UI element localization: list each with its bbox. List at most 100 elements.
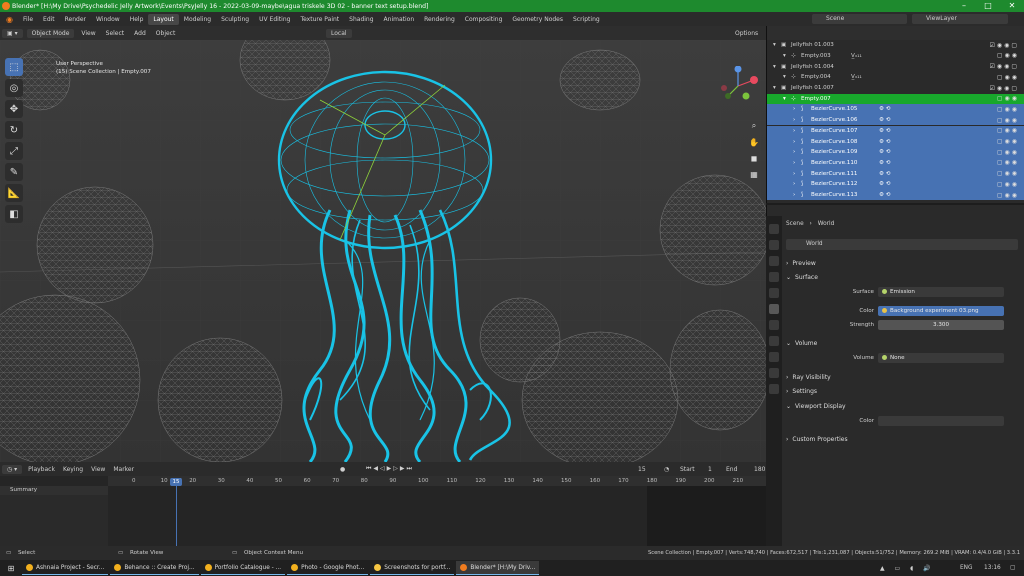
taskbar-window-button[interactable]: Screenshots for portf... [370,561,455,575]
visibility-toggles-icon[interactable]: ▢◉◉ [997,106,1019,113]
expand-arrow-icon[interactable]: › [793,128,795,134]
modifier-tab-icon[interactable] [769,336,779,346]
viewport-menu-select[interactable]: Select [101,30,130,37]
tab-texture-paint[interactable]: Texture Paint [295,14,344,25]
outliner-row[interactable]: › ⟆ BezierCurve.107 ⚙ ⟲ ▢◉◉ [767,125,1024,137]
modifier-icons[interactable]: ⚙ ⟲ [879,139,890,145]
visibility-toggles-icon[interactable]: ☑◉◉▢ [989,42,1019,49]
timeline-menu-view[interactable]: View [87,466,109,473]
section-viewport-display[interactable]: ⌄ Viewport Display [786,399,1018,413]
object-mode-dropdown[interactable]: Object Mode [26,28,75,38]
modifier-icons[interactable]: ⚙ ⟲ [879,192,890,198]
outliner-row[interactable]: › ⟆ BezierCurve.113 ⚙ ⟲ ▢◉◉ [767,189,1024,201]
outliner-row[interactable]: › ⟆ BezierCurve.111 ⚙ ⟲ ▢◉◉ [767,168,1024,179]
tab-sculpting[interactable]: Sculpting [216,14,254,25]
scene-selector[interactable]: Scene [812,14,907,24]
expand-arrow-icon[interactable]: › [793,160,795,166]
expand-arrow-icon[interactable]: ▾ [783,96,786,102]
outliner-row[interactable]: › ⟆ BezierCurve.110 ⚙ ⟲ ▢◉◉ [767,157,1024,169]
surface-shader-field[interactable]: Emission [878,287,1004,297]
expand-arrow-icon[interactable]: › [793,106,795,112]
3d-viewport[interactable]: ⌕ ✋ ◼ ▦ [0,40,766,462]
visibility-toggles-icon[interactable]: ▢◉◉ [997,149,1019,156]
taskbar-window-button[interactable]: Ashnaia Project - Secr... [22,561,109,575]
pan-hand-icon[interactable]: ✋ [748,136,760,148]
visibility-toggles-icon[interactable]: ▢◉◉ [997,52,1019,59]
tray-icons[interactable]: ▲ ▭ ◖ 🔊 [880,565,935,572]
outliner-row[interactable]: › ⟆ BezierCurve.112 ⚙ ⟲ ▢◉◉ [767,179,1024,190]
taskbar-window-button[interactable]: Behance :: Create Proj... [110,561,199,575]
section-volume[interactable]: ⌄ Volume [786,336,1018,350]
render-tab-icon[interactable] [769,240,779,250]
start-button-icon[interactable]: ⊞ [0,564,22,573]
color-texture-field[interactable]: Background experiment 03.png [878,306,1004,316]
zoom-icon[interactable]: ⌕ [748,120,760,132]
timeline-area[interactable] [0,476,766,546]
visibility-toggles-icon[interactable]: ▢◉◉ [997,170,1019,177]
rotate-icon[interactable]: ↻ [5,121,23,139]
blender-menu-icon[interactable]: ◉ [0,15,18,24]
select-box-icon[interactable]: ⬚ [5,58,23,76]
menu-window[interactable]: Window [91,16,125,23]
outliner-row[interactable]: ▾ ⊹ Empty.003 V̲ₓ₁₁ ▢◉◉ [767,51,1024,62]
viewport-menu-add[interactable]: Add [129,30,151,37]
world-tab-icon[interactable] [769,304,779,314]
world-name-field[interactable]: World [786,239,1018,250]
visibility-toggles-icon[interactable]: ▢◉◉ [997,138,1019,145]
visibility-toggles-icon[interactable]: ☑◉◉▢ [989,63,1019,70]
expand-arrow-icon[interactable]: ▾ [783,74,786,80]
timeline-menu-marker[interactable]: Marker [109,466,138,473]
menu-file[interactable]: File [18,16,38,23]
expand-arrow-icon[interactable]: › [793,192,795,198]
modifier-icons[interactable]: ⚙ ⟲ [879,181,890,187]
tab-modeling[interactable]: Modeling [179,14,216,25]
playback-controls[interactable]: ⏮◀◁▶▷▶⏭ [362,465,418,473]
outliner-row[interactable]: › ⟆ BezierCurve.105 ⚙ ⟲ ▢◉◉ [767,104,1024,115]
expand-arrow-icon[interactable]: ▾ [773,42,776,48]
start-frame-field[interactable]: 1 [704,466,716,473]
taskbar-window-button[interactable]: Portfolio Catalogue - ... [200,561,286,575]
expand-arrow-icon[interactable]: ▾ [773,64,776,70]
modifier-icons[interactable]: ⚙ ⟲ [879,171,890,177]
output-tab-icon[interactable] [769,256,779,266]
viewport-menu-view[interactable]: View [76,30,100,37]
section-custom-properties[interactable]: › Custom Properties [786,432,1018,446]
language-indicator[interactable]: ENG [960,565,973,571]
record-icon[interactable]: ● [336,466,349,473]
outliner-row[interactable]: › ⟆ BezierCurve.106 ⚙ ⟲ ▢◉◉ [767,114,1024,126]
outliner-row[interactable]: › ⟆ BezierCurve.108 ⚙ ⟲ ▢◉◉ [767,136,1024,147]
view-layer-selector[interactable]: ViewLayer [912,14,1008,24]
constraints-tab-icon[interactable] [769,368,779,378]
expand-arrow-icon[interactable]: ▾ [773,85,776,91]
transform-orientation-dropdown[interactable]: Local [326,28,352,38]
menu-edit[interactable]: Edit [38,16,60,23]
outliner-row[interactable]: ▾ ⊹ Empty.007 ▢◉◉ [767,93,1024,105]
navigation-gizmo[interactable] [718,65,758,106]
tab-scripting[interactable]: Scripting [568,14,605,25]
taskbar-window-button[interactable]: Photo - Google Phot... [287,561,369,575]
modifier-icons[interactable]: ⚙ ⟲ [879,160,890,166]
modifier-icons[interactable]: ⚙ ⟲ [879,128,890,134]
editor-type-dropdown[interactable]: ▣ ▾ [2,28,23,38]
timeline-menu-playback[interactable]: Playback [24,466,59,473]
data-tab-icon[interactable] [769,384,779,394]
notifications-icon[interactable]: ▢ [1010,565,1015,571]
section-preview[interactable]: › Preview [786,256,1018,270]
tab-animation[interactable]: Animation [379,14,420,25]
visibility-toggles-icon[interactable]: ▢◉◉ [997,74,1019,81]
add-cube-icon[interactable]: ◧ [5,205,23,223]
menu-render[interactable]: Render [60,16,91,23]
physics-tab-icon[interactable] [769,352,779,362]
view-layer-tab-icon[interactable] [769,272,779,282]
section-settings[interactable]: › Settings [786,384,1018,398]
timeline-menu-keying[interactable]: Keying [59,466,87,473]
modifier-icons[interactable]: ⚙ ⟲ [879,117,890,123]
section-ray-visibility[interactable]: › Ray Visibility [786,370,1018,384]
close-button[interactable]: ✕ [1000,0,1024,12]
tab-geometry-nodes[interactable]: Geometry Nodes [507,14,568,25]
scale-icon[interactable]: ⤢ [5,142,23,160]
timeline-editor-type[interactable]: ◷ ▾ [2,464,23,474]
visibility-toggles-icon[interactable]: ▢◉◉ [997,127,1019,134]
end-frame-field[interactable]: 180 [750,466,769,473]
tab-rendering[interactable]: Rendering [419,14,460,25]
